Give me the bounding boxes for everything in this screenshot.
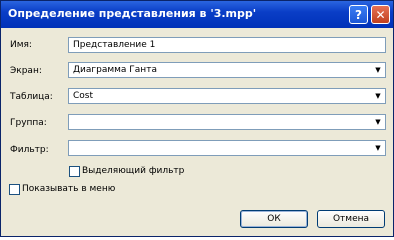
group-select[interactable]: ▼ [68, 114, 386, 130]
highlight-filter-checkbox[interactable] [69, 166, 80, 177]
cancel-button[interactable]: Отмена [317, 210, 385, 228]
name-label: Имя: [10, 40, 32, 50]
chevron-down-icon[interactable]: ▼ [372, 116, 384, 128]
table-select[interactable]: Cost ▼ [68, 88, 386, 104]
filter-label: Фильтр: [10, 145, 49, 155]
help-icon[interactable]: ? [349, 5, 368, 24]
table-label: Таблица: [10, 92, 53, 102]
chevron-down-icon[interactable]: ▼ [372, 90, 384, 102]
ok-button[interactable]: ОК [240, 210, 308, 228]
name-input-value: Представление 1 [73, 40, 156, 50]
view-definition-dialog: Определение представления в '3.mpp' ? ✕ … [0, 0, 394, 237]
group-label: Группа: [10, 118, 47, 128]
screen-select-value: Диаграмма Ганта [73, 65, 157, 75]
screen-select[interactable]: Диаграмма Ганта ▼ [68, 62, 386, 78]
title-bar[interactable]: Определение представления в '3.mpp' ? ✕ [1, 1, 393, 28]
table-select-value: Cost [73, 91, 94, 101]
window-title: Определение представления в '3.mpp' [8, 7, 257, 20]
chevron-down-icon[interactable]: ▼ [372, 64, 384, 76]
highlight-filter-label: Выделяющий фильтр [82, 166, 185, 176]
close-icon[interactable]: ✕ [371, 5, 390, 24]
screen-label: Экран: [10, 66, 42, 76]
show-in-menu-checkbox[interactable] [9, 184, 20, 195]
name-input[interactable]: Представление 1 [68, 37, 386, 53]
show-in-menu-label: Показывать в меню [22, 184, 116, 194]
filter-select[interactable]: ▼ [68, 140, 386, 156]
chevron-down-icon[interactable]: ▼ [372, 142, 384, 154]
